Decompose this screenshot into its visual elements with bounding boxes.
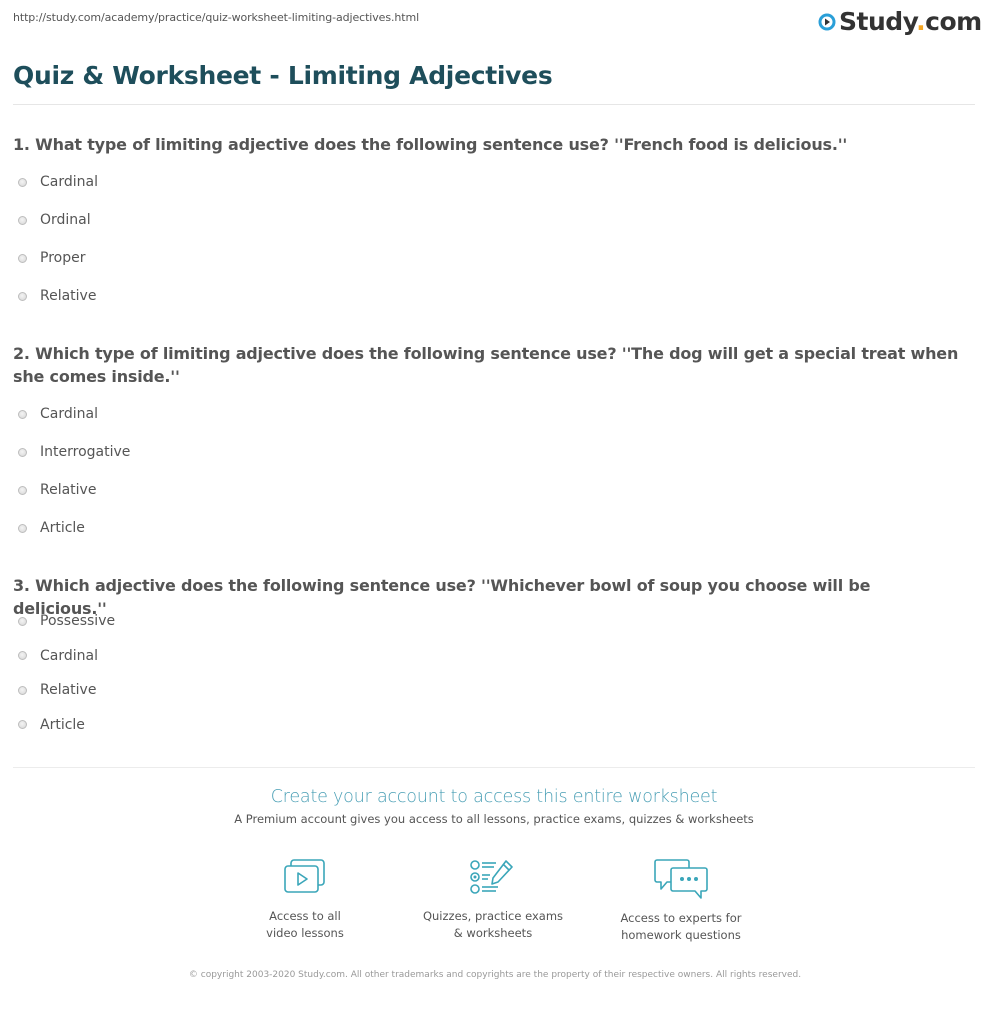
create-account-link[interactable]: Create your account to access this entir… xyxy=(0,787,988,807)
feature-text-line: homework questions xyxy=(621,928,741,942)
radio-button[interactable] xyxy=(18,177,27,187)
question-1-options: Cardinal Ordinal Proper Relative xyxy=(18,172,98,324)
logo-text: Study.com xyxy=(839,7,982,36)
answer-option[interactable]: Relative xyxy=(18,286,98,306)
answer-option[interactable]: Relative xyxy=(18,480,130,500)
feature-experts: Access to experts for homework questions xyxy=(591,858,771,944)
answer-option[interactable]: Article xyxy=(18,715,115,735)
radio-button[interactable] xyxy=(18,651,27,661)
chat-bubbles-icon xyxy=(654,859,708,899)
play-logo-icon xyxy=(818,13,836,31)
radio-button[interactable] xyxy=(18,291,27,301)
copyright-notice: © copyright 2003-2020 Study.com. All oth… xyxy=(188,970,802,980)
radio-button[interactable] xyxy=(18,409,27,419)
radio-button[interactable] xyxy=(18,447,27,457)
question-3: 3. Which adjective does the following se… xyxy=(13,576,871,618)
feature-text-line: & worksheets xyxy=(453,926,533,940)
radio-button[interactable] xyxy=(18,720,27,730)
quiz-checklist-icon xyxy=(470,860,513,894)
radio-button[interactable] xyxy=(18,485,27,495)
radio-button[interactable] xyxy=(18,253,27,263)
radio-button[interactable] xyxy=(18,215,27,225)
cta-subtitle: A Premium account gives you access to al… xyxy=(234,812,754,826)
answer-option[interactable]: Possessive xyxy=(18,611,115,631)
answer-option[interactable]: Article xyxy=(18,518,130,538)
feature-text-line: video lessons xyxy=(266,926,344,940)
feature-text-line: Quizzes, practice exams xyxy=(422,909,564,923)
radio-button[interactable] xyxy=(18,523,27,533)
answer-option[interactable]: Cardinal xyxy=(18,646,115,666)
answer-option[interactable]: Relative xyxy=(18,680,115,700)
question-2: 2. Which type of limiting adjective does… xyxy=(13,344,959,386)
divider xyxy=(13,104,975,105)
question-1: 1. What type of limiting adjective does … xyxy=(13,135,848,154)
feature-text-line: Access to experts for xyxy=(620,911,742,925)
page-url: http://study.com/academy/practice/quiz-w… xyxy=(13,11,420,24)
feature-video-lessons: Access to all video lessons xyxy=(215,858,395,942)
study-logo[interactable]: Study.com xyxy=(818,8,982,36)
feature-quizzes: Quizzes, practice exams & worksheets xyxy=(403,858,583,942)
radio-button[interactable] xyxy=(18,685,27,695)
video-lessons-icon xyxy=(284,859,325,893)
radio-button[interactable] xyxy=(18,616,27,626)
answer-option[interactable]: Proper xyxy=(18,248,98,268)
answer-option[interactable]: Ordinal xyxy=(18,210,98,230)
feature-text-line: Access to all xyxy=(269,909,341,923)
question-2-options: Cardinal Interrogative Relative Article xyxy=(18,404,130,556)
divider xyxy=(13,767,975,768)
answer-option[interactable]: Cardinal xyxy=(18,172,98,192)
answer-option[interactable]: Cardinal xyxy=(18,404,130,424)
answer-option[interactable]: Interrogative xyxy=(18,442,130,462)
page-title: Quiz & Worksheet - Limiting Adjectives xyxy=(13,61,553,90)
question-3-options: Possessive Cardinal Relative Article xyxy=(18,611,115,749)
